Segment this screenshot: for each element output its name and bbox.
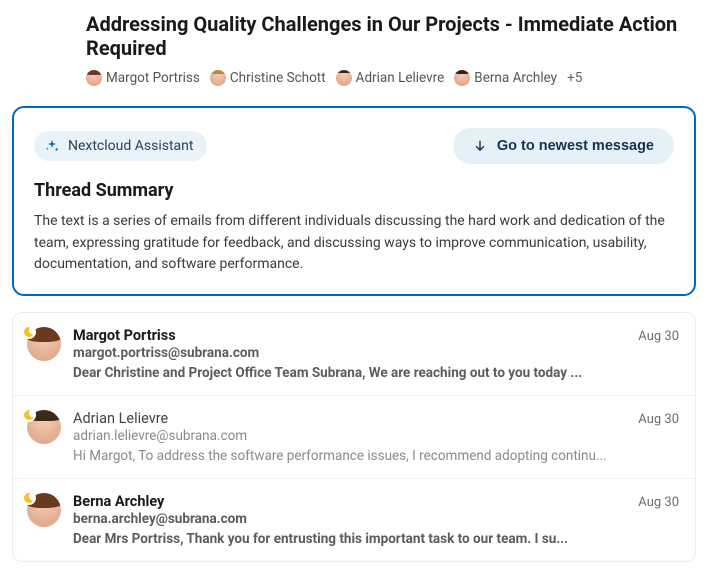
sender-name: Margot Portriss: [73, 327, 176, 344]
message-date: Aug 30: [638, 412, 679, 427]
message-item[interactable]: Berna Archley Aug 30berna.archley@subrana…: [13, 479, 695, 561]
message-preview: Hi Margot, To address the software perfo…: [73, 448, 679, 464]
message-body: Berna Archley Aug 30berna.archley@subrana…: [73, 493, 679, 547]
participant-chip[interactable]: Christine Schott: [210, 70, 326, 86]
sender-name: Adrian Lelievre: [73, 410, 168, 427]
message-body: Margot Portriss Aug 30margot.portriss@sub…: [73, 327, 679, 381]
status-moon-icon: [22, 408, 36, 422]
sender-name: Berna Archley: [73, 493, 164, 510]
participant-name: Adrian Lelievre: [356, 70, 445, 86]
thread-summary-card: Nextcloud Assistant Go to newest message…: [12, 106, 696, 296]
message-body: Adrian Lelievre Aug 30adrian.lelievre@sub…: [73, 410, 679, 464]
message-date: Aug 30: [638, 329, 679, 344]
message-item[interactable]: Adrian Lelievre Aug 30adrian.lelievre@sub…: [13, 396, 695, 479]
message-list: Margot PortrissAug 30margot.portriss@sub…: [12, 312, 696, 562]
sender-email: margot.portriss@subrana.com: [73, 345, 679, 361]
status-moon-icon: [22, 491, 36, 505]
participant-chip[interactable]: Berna Archley: [454, 70, 557, 86]
newest-button-label: Go to newest message: [497, 138, 654, 154]
participant-name: Margot Portriss: [106, 70, 200, 86]
arrow-down-icon: [473, 139, 487, 153]
avatar: [210, 70, 226, 86]
assistant-chip[interactable]: Nextcloud Assistant: [34, 131, 207, 161]
participants-row: Margot Portriss Christine Schott Adrian Le…: [86, 70, 696, 86]
avatar: [86, 70, 102, 86]
message-date: Aug 30: [638, 495, 679, 510]
avatar: [336, 70, 352, 86]
message-preview: Dear Mrs Portriss, Thank you for entrust…: [73, 531, 679, 547]
participant-name: Berna Archley: [474, 70, 557, 86]
participant-name: Christine Schott: [230, 70, 326, 86]
summary-title: Thread Summary: [34, 180, 674, 201]
sender-email: adrian.lelievre@subrana.com: [73, 428, 679, 444]
assistant-label: Nextcloud Assistant: [68, 138, 193, 154]
status-moon-icon: [22, 325, 36, 339]
participant-chip[interactable]: Adrian Lelievre: [336, 70, 445, 86]
participant-chip[interactable]: Margot Portriss: [86, 70, 200, 86]
message-preview: Dear Christine and Project Office Team S…: [73, 365, 679, 381]
summary-text: The text is a series of emails from diff…: [34, 211, 674, 276]
avatar-wrap: [27, 327, 61, 381]
sender-email: berna.archley@subrana.com: [73, 511, 679, 527]
go-to-newest-button[interactable]: Go to newest message: [453, 128, 674, 164]
summary-header: Nextcloud Assistant Go to newest message: [34, 128, 674, 164]
page-title: Addressing Quality Challenges in Our Pro…: [86, 12, 696, 60]
more-participants[interactable]: +5: [567, 70, 582, 86]
avatar: [454, 70, 470, 86]
sparkles-icon: [44, 138, 60, 154]
avatar-wrap: [27, 410, 61, 464]
message-item[interactable]: Margot Portriss Aug 30margot.portriss@sub…: [13, 313, 695, 396]
avatar-wrap: [27, 493, 61, 547]
